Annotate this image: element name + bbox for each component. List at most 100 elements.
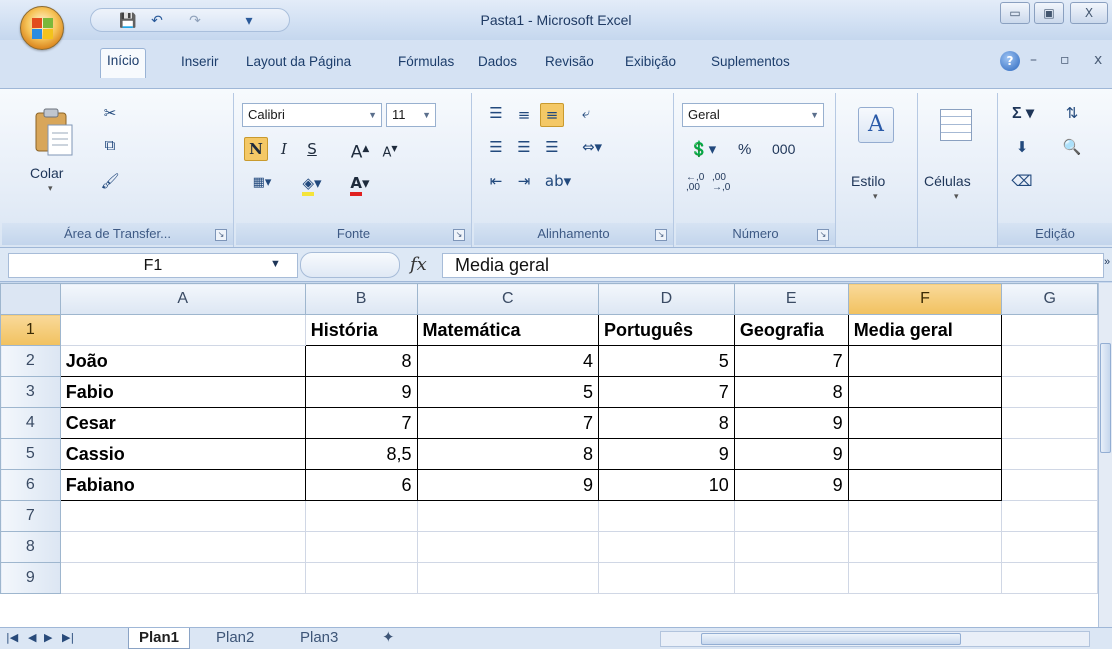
increase-indent-icon[interactable]: ⇥	[512, 169, 536, 193]
tab-exibicao[interactable]: Exibição	[619, 50, 682, 76]
underline-button[interactable]: S	[300, 137, 324, 161]
row-header[interactable]: 4	[0, 407, 61, 439]
cell[interactable]: 9	[304, 376, 418, 408]
last-sheet-icon[interactable]: ▶|	[62, 631, 74, 644]
cell[interactable]: 9	[733, 407, 849, 439]
alignment-launcher-icon[interactable]: ↘	[655, 229, 667, 241]
column-header-selected[interactable]: F	[847, 283, 1003, 315]
grow-font-icon[interactable]: A▲	[348, 137, 372, 163]
cell[interactable]	[1001, 376, 1098, 408]
cell[interactable]	[847, 376, 1003, 408]
row-header[interactable]: 8	[0, 531, 61, 563]
sheet-tab-plan3[interactable]: Plan3	[290, 628, 348, 649]
number-launcher-icon[interactable]: ↘	[817, 229, 829, 241]
spreadsheet-grid[interactable]: A B C D E F G 1 História Matemática Port…	[0, 283, 1098, 627]
styles-button[interactable]: Estilo	[851, 173, 885, 189]
cell[interactable]	[733, 562, 849, 594]
cell[interactable]	[59, 531, 306, 563]
cell[interactable]	[847, 562, 1003, 594]
tab-formulas[interactable]: Fórmulas	[392, 50, 460, 76]
currency-icon[interactable]: 💲▾	[686, 137, 720, 161]
cell[interactable]: 8	[416, 438, 600, 470]
cell[interactable]	[1001, 345, 1098, 377]
cell[interactable]	[733, 531, 849, 563]
cell[interactable]	[733, 500, 849, 532]
header-cell[interactable]: Geografia	[733, 314, 849, 346]
fill-icon[interactable]: ⬇	[1010, 135, 1034, 159]
increase-decimal-icon[interactable]: ←,0,00	[686, 173, 704, 193]
italic-button[interactable]: I	[272, 137, 296, 161]
cell[interactable]: 9	[733, 469, 849, 501]
row-header[interactable]: 3	[0, 376, 61, 408]
select-all-corner[interactable]	[0, 283, 61, 315]
next-sheet-icon[interactable]: ▶	[44, 631, 52, 644]
cell[interactable]	[59, 562, 306, 594]
cell[interactable]	[1001, 314, 1098, 346]
tab-revisao[interactable]: Revisão	[539, 50, 600, 76]
cell[interactable]	[416, 531, 600, 563]
font-size-select[interactable]: 11 ▼	[386, 103, 436, 127]
horizontal-scrollbar[interactable]	[660, 631, 1090, 647]
cell[interactable]	[847, 531, 1003, 563]
tab-inserir[interactable]: Inserir	[175, 50, 225, 76]
first-sheet-icon[interactable]: |◀	[6, 631, 18, 644]
cell[interactable]	[1001, 407, 1098, 439]
decrease-indent-icon[interactable]: ⇤	[484, 169, 508, 193]
cell[interactable]	[59, 500, 306, 532]
name-box-dropdown-icon[interactable]: ▼	[270, 258, 281, 270]
header-cell[interactable]: História	[304, 314, 418, 346]
autosum-icon[interactable]: Σ ▾	[1012, 103, 1034, 123]
align-middle-icon[interactable]: ≡	[512, 103, 536, 127]
cell[interactable]: 9	[733, 438, 849, 470]
cell[interactable]	[1001, 469, 1098, 501]
cell[interactable]: 7	[304, 407, 418, 439]
close-button[interactable]: X	[1070, 2, 1108, 24]
cell[interactable]	[416, 562, 600, 594]
name-cell[interactable]: João	[59, 345, 306, 377]
cell[interactable]: 7	[416, 407, 600, 439]
column-header[interactable]: A	[59, 283, 306, 315]
font-color-icon[interactable]: A▾	[340, 171, 380, 196]
vertical-scrollbar[interactable]	[1098, 283, 1112, 627]
cut-icon[interactable]: ✂	[98, 101, 122, 125]
horizontal-scroll-thumb[interactable]	[701, 633, 961, 645]
cell[interactable]	[598, 500, 735, 532]
tab-dados[interactable]: Dados	[472, 50, 523, 76]
styles-icon[interactable]: A	[858, 107, 894, 143]
insert-sheet-icon[interactable]: ✦	[372, 628, 405, 649]
sheet-tab-plan1[interactable]: Plan1	[128, 628, 191, 649]
cell[interactable]: 5	[598, 345, 735, 377]
cell[interactable]: 8,5	[304, 438, 418, 470]
paste-dropdown-icon[interactable]: ▾	[48, 183, 53, 194]
align-left-icon[interactable]: ☰	[484, 135, 508, 159]
wrap-text-icon[interactable]: ⤶	[574, 101, 598, 125]
paste-label[interactable]: Colar	[30, 165, 63, 181]
copy-icon[interactable]: ⧉	[98, 133, 122, 157]
shrink-font-icon[interactable]: A▼	[378, 137, 402, 161]
cell[interactable]	[847, 438, 1003, 470]
row-header-selected[interactable]: 1	[0, 314, 61, 346]
fill-color-icon[interactable]: ◈▾	[292, 171, 332, 196]
font-name-select[interactable]: Calibri ▼	[242, 103, 382, 127]
clear-icon[interactable]: ⌫	[1010, 169, 1034, 193]
name-box[interactable]: F1	[8, 253, 298, 278]
sheet-tab-plan2[interactable]: Plan2	[206, 628, 264, 649]
help-icon[interactable]: ?	[1000, 51, 1020, 71]
cells-dropdown-icon[interactable]: ▾	[954, 191, 959, 202]
cell[interactable]: 9	[598, 438, 735, 470]
formula-input[interactable]: Media geral	[442, 253, 1104, 278]
row-header[interactable]: 5	[0, 438, 61, 470]
cell[interactable]	[847, 500, 1003, 532]
cell[interactable]	[304, 562, 418, 594]
cell[interactable]	[1001, 531, 1098, 563]
cell[interactable]	[598, 562, 735, 594]
align-right-icon[interactable]: ☰	[540, 135, 564, 159]
header-cell[interactable]: Matemática	[416, 314, 600, 346]
cell[interactable]: 8	[733, 376, 849, 408]
cell[interactable]	[847, 407, 1003, 439]
bold-button[interactable]: N	[244, 137, 268, 161]
format-painter-icon[interactable]: 🖌	[98, 169, 122, 193]
name-cell[interactable]: Fabio	[59, 376, 306, 408]
column-header[interactable]: G	[1001, 283, 1098, 315]
vertical-scroll-thumb[interactable]	[1100, 343, 1111, 453]
